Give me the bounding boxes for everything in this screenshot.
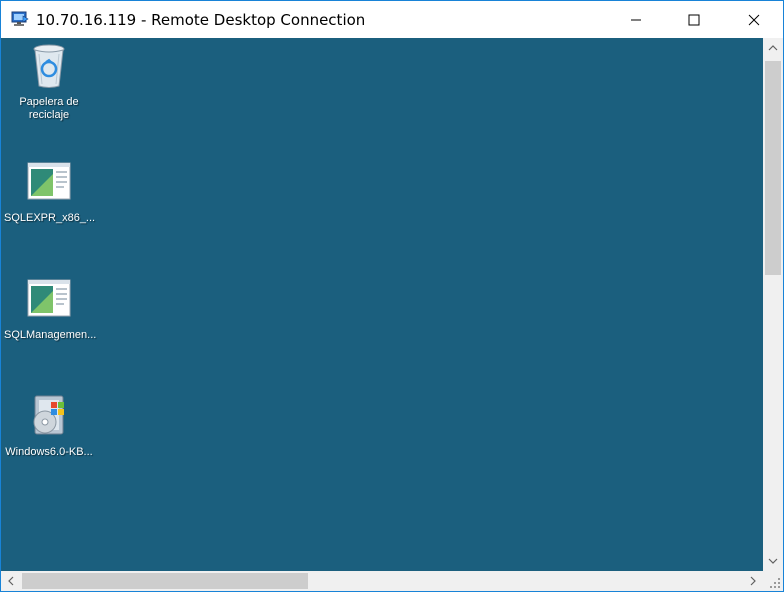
installer-window-icon [27, 162, 71, 200]
scroll-right-button[interactable] [743, 571, 763, 591]
desktop-icon-windows-kb[interactable]: Windows6.0-KB... [4, 392, 94, 459]
desktop-icon-label: SQLManagemen... [4, 329, 97, 341]
title-bar[interactable]: 10.70.16.119 - Remote Desktop Connection [1, 1, 783, 38]
desktop-icon-label: Papelera de reciclaje [19, 96, 79, 121]
scroll-down-button[interactable] [763, 551, 783, 571]
close-button[interactable] [725, 1, 783, 38]
desktop-icon-sqlexpr[interactable]: SQLEXPR_x86_... [4, 158, 96, 225]
vertical-scroll-thumb[interactable] [765, 61, 781, 275]
maximize-icon [688, 14, 700, 25]
vertical-scrollbar[interactable] [763, 38, 783, 571]
horizontal-scroll-thumb[interactable] [22, 573, 308, 589]
desktop-icon-label: SQLEXPR_x86_... [4, 212, 96, 224]
remote-desktop-window: 10.70.16.119 - Remote Desktop Connection [0, 0, 784, 592]
minimize-icon [631, 19, 641, 20]
chevron-right-icon [750, 576, 756, 586]
remote-desktop-icon [11, 11, 29, 26]
chevron-left-icon [8, 576, 14, 586]
chevron-up-icon [768, 45, 778, 51]
scroll-up-button[interactable] [763, 38, 783, 58]
minimize-button[interactable] [607, 1, 665, 38]
chevron-down-icon [768, 558, 778, 564]
desktop-icon-label: Windows6.0-KB... [5, 446, 93, 458]
close-icon [748, 14, 760, 25]
remote-desktop-area[interactable]: Papelera de reciclaje SQLEXPR_x86_... SQ… [1, 38, 763, 571]
windows-update-package-icon [33, 395, 64, 435]
desktop-icon-sqlmanagement[interactable]: SQLManagemen... [4, 275, 97, 342]
recycle-bin-icon [33, 44, 65, 88]
window-title: 10.70.16.119 - Remote Desktop Connection [36, 11, 366, 29]
maximize-button[interactable] [665, 1, 723, 38]
horizontal-scrollbar[interactable] [1, 571, 763, 591]
resize-grip-icon [770, 578, 780, 588]
desktop-icon-recycle-bin[interactable]: Papelera de reciclaje [4, 42, 94, 122]
resize-grip[interactable] [763, 571, 783, 591]
scroll-left-button[interactable] [1, 571, 21, 591]
installer-window-icon [27, 279, 71, 317]
